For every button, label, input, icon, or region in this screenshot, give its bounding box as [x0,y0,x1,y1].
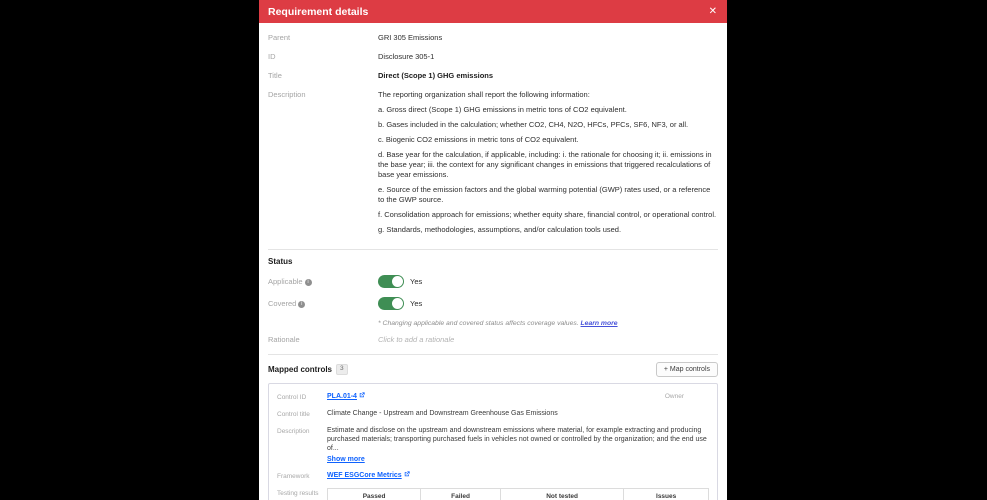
info-icon: i [305,279,312,286]
covered-label: Covered [268,299,296,308]
description-paragraph: d. Base year for the calculation, if app… [378,150,718,180]
mapped-controls-header: Mapped controls 3 + Map controls [268,362,718,377]
control-title-label: Control title [277,409,327,419]
testing-results-row: Testing results Passed Failed Not tested… [277,488,709,500]
external-link-icon [404,471,410,480]
modal-body: Parent GRI 305 Emissions ID Disclosure 3… [259,23,727,500]
id-label: ID [268,52,378,62]
modal-title: Requirement details [268,6,368,18]
description-paragraph: f. Consolidation approach for emissions;… [378,210,718,220]
control-id-row: Control ID PLA.01-4 Owner [277,392,709,402]
title-label: Title [268,71,378,81]
rationale-label: Rationale [268,335,378,345]
divider [268,354,718,355]
description-paragraph: The reporting organization shall report … [378,90,718,100]
description-paragraph: b. Gases included in the calculation; wh… [378,120,718,130]
applicable-value: Yes [410,277,422,286]
id-value: Disclosure 305-1 [378,52,718,62]
covered-toggle[interactable] [378,297,404,310]
results-header-not-tested: Not tested [500,489,623,500]
mapped-controls-count-badge: 3 [336,364,348,375]
description-paragraph: a. Gross direct (Scope 1) GHG emissions … [378,105,718,115]
mapped-control-card: Control ID PLA.01-4 Owner Control title … [268,383,718,500]
control-title-row: Control title Climate Change - Upstream … [277,409,709,419]
description-label: Description [268,90,378,240]
toggle-knob [392,298,403,309]
close-icon[interactable]: ✕ [707,5,719,19]
control-description-value: Estimate and disclose on the upstream an… [327,427,707,452]
show-more-link[interactable]: Show more [327,455,365,464]
parent-value: GRI 305 Emissions [378,33,718,43]
description-paragraph: e. Source of the emission factors and th… [378,185,718,205]
control-description-row: Description Estimate and disclose on the… [277,426,709,464]
covered-value: Yes [410,299,422,308]
status-note-text: * Changing applicable and covered status… [378,320,579,327]
framework-link[interactable]: WEF ESGCore Metrics [327,472,402,479]
external-link-icon [359,392,365,401]
parent-field: Parent GRI 305 Emissions [268,33,718,43]
rationale-field: Rationale Click to add a rationale [268,335,718,345]
parent-label: Parent [268,33,378,43]
learn-more-link[interactable]: Learn more [581,320,618,327]
applicable-label: Applicable [268,277,303,286]
description-value: The reporting organization shall report … [378,90,718,240]
framework-label: Framework [277,471,327,481]
control-description-label: Description [277,426,327,464]
results-header-passed: Passed [328,489,421,500]
control-id-label: Control ID [277,392,327,402]
covered-row: Coveredi Yes [268,297,718,310]
applicable-row: Applicablei Yes [268,275,718,288]
testing-results-table: Passed Failed Not tested Issues 1 0 0 0 [327,488,709,500]
toggle-knob [392,276,403,287]
mapped-controls-heading: Mapped controls [268,365,332,374]
owner-label: Owner [665,392,709,402]
requirement-details-modal: Requirement details ✕ Parent GRI 305 Emi… [259,0,727,500]
control-id-link[interactable]: PLA.01-4 [327,393,357,400]
modal-header: Requirement details ✕ [259,0,727,23]
applicable-toggle[interactable] [378,275,404,288]
results-header-failed: Failed [421,489,501,500]
description-field: Description The reporting organization s… [268,90,718,240]
title-value: Direct (Scope 1) GHG emissions [378,71,718,81]
info-icon: i [298,301,305,308]
rationale-input[interactable]: Click to add a rationale [378,335,718,345]
divider [268,249,718,250]
control-title-value: Climate Change - Upstream and Downstream… [327,409,709,419]
results-header-issues: Issues [624,489,709,500]
map-controls-button[interactable]: + Map controls [656,362,718,377]
description-paragraph: g. Standards, methodologies, assumptions… [378,225,718,235]
framework-row: Framework WEF ESGCore Metrics [277,471,709,481]
description-paragraph: c. Biogenic CO2 emissions in metric tons… [378,135,718,145]
testing-results-label: Testing results [277,488,327,500]
title-field: Title Direct (Scope 1) GHG emissions [268,71,718,81]
id-field: ID Disclosure 305-1 [268,52,718,62]
status-note: * Changing applicable and covered status… [378,319,718,328]
status-heading: Status [268,257,718,266]
